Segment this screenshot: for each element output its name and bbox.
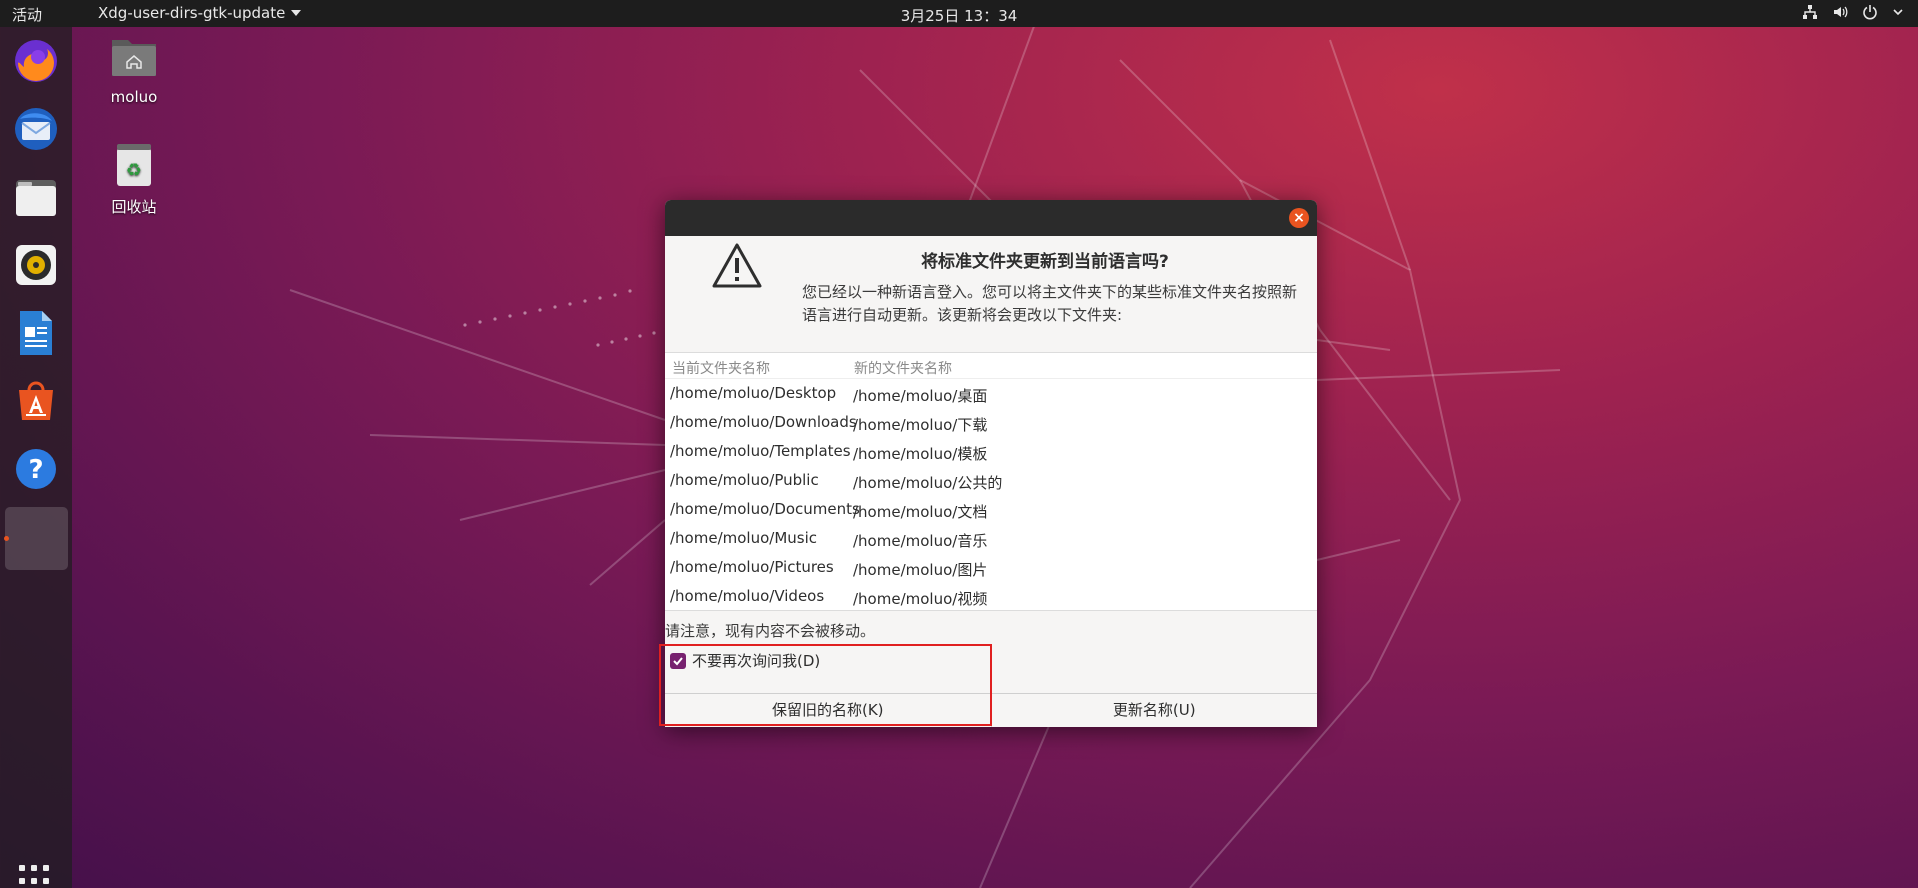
svg-text:?: ? [28, 455, 43, 485]
note-text: 请注意，现有内容不会被移动。 [665, 622, 876, 640]
desktop-icon-home[interactable]: moluo [89, 34, 179, 106]
new-folder-name: /home/moluo/音乐 [853, 532, 988, 550]
table-row[interactable]: /home/moluo/Downloads/home/moluo/下载 [665, 408, 1317, 437]
table-header: 当前文件夹名称 新的文件夹名称 [665, 353, 1317, 379]
dock-files[interactable] [8, 169, 64, 225]
table-row[interactable]: /home/moluo/Documents/home/moluo/文档 [665, 495, 1317, 524]
svg-text:♻: ♻ [126, 160, 142, 181]
chevron-down-icon [291, 10, 302, 16]
current-folder-name: /home/moluo/Pictures [670, 558, 834, 576]
system-tray[interactable] [1802, 4, 1904, 20]
current-folder-name: /home/moluo/Music [670, 529, 818, 547]
show-apps-grid-icon[interactable] [19, 865, 53, 888]
new-folder-name: /home/moluo/模板 [853, 445, 988, 463]
current-folder-name: /home/moluo/Public [670, 471, 819, 489]
desktop-icon-label: 回收站 [111, 198, 157, 216]
close-icon: × [1293, 210, 1305, 226]
table-row[interactable]: /home/moluo/Public/home/moluo/公共的 [665, 466, 1317, 495]
help-icon: ? [16, 449, 56, 489]
home-folder-icon [89, 34, 179, 84]
trash-icon: ♻ [89, 142, 179, 192]
table-row[interactable]: /home/moluo/Pictures/home/moluo/图片 [665, 553, 1317, 582]
chevron-down-icon [1892, 6, 1904, 18]
clock-label[interactable]: 3月25日 13：34 [901, 7, 1018, 25]
folder-table: 当前文件夹名称 新的文件夹名称 /home/moluo/Desktop/home… [665, 352, 1317, 611]
thunderbird-icon [15, 108, 57, 150]
dock-writer[interactable] [8, 305, 64, 361]
table-row[interactable]: /home/moluo/Music/home/moluo/音乐 [665, 524, 1317, 553]
activities-button[interactable]: 活动 [12, 4, 42, 25]
running-indicator [4, 536, 9, 541]
network-icon [1802, 4, 1818, 20]
dock-help[interactable]: ? [8, 441, 64, 497]
app-menu[interactable]: Xdg-user-dirs-gtk-update [98, 4, 302, 22]
close-button[interactable]: × [1289, 208, 1309, 228]
new-folder-name: /home/moluo/文档 [853, 503, 988, 521]
dock-running-app[interactable] [5, 507, 68, 570]
new-folder-name: /home/moluo/视频 [853, 590, 988, 608]
rhythmbox-icon [16, 245, 56, 285]
desktop-icon-label: moluo [110, 88, 158, 106]
update-names-button[interactable]: 更新名称(U) [990, 694, 1318, 727]
column-header-current[interactable]: 当前文件夹名称 [672, 358, 770, 378]
table-row[interactable]: /home/moluo/Desktop/home/moluo/桌面 [665, 379, 1317, 408]
software-center-icon [19, 381, 53, 420]
top-bar: 活动 Xdg-user-dirs-gtk-update 3月25日 13：34 [0, 0, 1918, 27]
dock: ? [0, 27, 72, 888]
new-folder-name: /home/moluo/下载 [853, 416, 988, 434]
warning-icon [711, 242, 763, 294]
table-row[interactable]: /home/moluo/Videos/home/moluo/视频 [665, 582, 1317, 611]
current-folder-name: /home/moluo/Templates [670, 442, 851, 460]
current-folder-name: /home/moluo/Documents [670, 500, 860, 518]
volume-icon [1832, 4, 1848, 20]
dock-software[interactable] [8, 373, 64, 429]
new-folder-name: /home/moluo/公共的 [853, 474, 1003, 492]
new-folder-name: /home/moluo/桌面 [853, 387, 988, 405]
app-menu-label: Xdg-user-dirs-gtk-update [98, 4, 286, 22]
dialog-titlebar[interactable]: × [665, 200, 1317, 236]
new-folder-name: /home/moluo/图片 [853, 561, 988, 579]
table-row[interactable]: /home/moluo/Templates/home/moluo/模板 [665, 437, 1317, 466]
firefox-icon [15, 40, 57, 82]
dock-rhythmbox[interactable] [8, 237, 64, 293]
current-folder-name: /home/moluo/Desktop [670, 384, 837, 402]
dialog-message: 您已经以一种新语言登入。您可以将主文件夹下的某些标准文件夹名按照新语言进行自动更… [802, 283, 1298, 324]
current-folder-name: /home/moluo/Videos [670, 587, 825, 605]
dock-firefox[interactable] [8, 33, 64, 89]
dock-thunderbird[interactable] [8, 101, 64, 157]
desktop-icon-trash[interactable]: ♻ 回收站 [89, 142, 179, 217]
highlight-box [659, 644, 992, 726]
current-folder-name: /home/moluo/Downloads [670, 413, 857, 431]
dialog-title: 将标准文件夹更新到当前语言吗? [921, 252, 1169, 272]
column-header-new[interactable]: 新的文件夹名称 [854, 358, 952, 378]
libreoffice-writer-icon [20, 311, 52, 355]
power-icon [1862, 4, 1878, 20]
files-icon [16, 180, 56, 216]
